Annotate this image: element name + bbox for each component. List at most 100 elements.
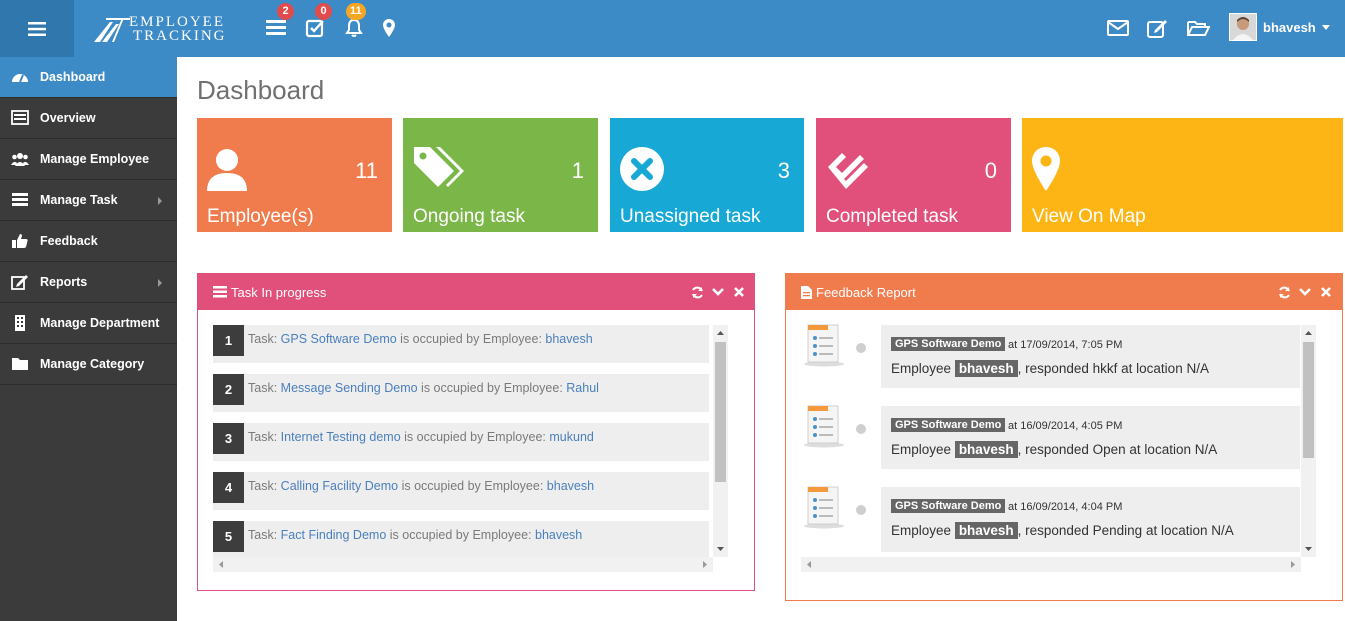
edit-icon [11, 275, 28, 290]
messages-button[interactable] [1106, 16, 1130, 40]
close-icon [1321, 287, 1331, 297]
notifications-button[interactable]: 11 [342, 3, 366, 40]
list-item: GPS Software Demo at 16/09/2014, 4:04 PM… [881, 487, 1300, 552]
panel-header: Feedback Report [786, 274, 1342, 310]
message-prefix: Employee [891, 442, 952, 457]
task-link[interactable]: Fact Finding Demo [281, 528, 387, 542]
collapse-button[interactable] [711, 285, 725, 299]
task-list-button[interactable]: 2 [264, 3, 294, 40]
close-button[interactable] [1319, 285, 1333, 299]
location-button[interactable] [377, 16, 401, 40]
table-row: 1 Task: GPS Software Demo is occupied by… [213, 325, 709, 363]
sidebar-item-label: Reports [40, 275, 88, 289]
task-link[interactable]: Message Sending Demo [281, 381, 418, 395]
user-name: bhavesh [1263, 19, 1316, 35]
alert-count-badge: 11 [346, 3, 366, 20]
user-menu[interactable]: bhavesh [1229, 13, 1330, 41]
brand-logo[interactable]: EMPLOYEE TRACKING [92, 12, 232, 46]
task-number: 5 [213, 521, 244, 552]
folder-open-button[interactable] [1186, 16, 1210, 40]
compose-button[interactable] [1145, 16, 1169, 40]
document-user-icon [804, 324, 844, 367]
response-text: , responded hkkf at location N/A [1017, 361, 1209, 376]
employee-link[interactable]: bhavesh [547, 479, 594, 493]
tile-label: Completed task [826, 206, 959, 227]
sidebar-item-dashboard[interactable]: Dashboard [0, 57, 177, 98]
task-prefix: Task: [248, 430, 278, 444]
tile-employees[interactable]: 11 Employee(s) [197, 118, 392, 232]
tile-view-on-map[interactable]: View On Map [1022, 118, 1343, 232]
feedback-report-panel: Feedback Report GPS Software Demo at 17/… [785, 273, 1343, 601]
panel-title: Feedback Report [816, 285, 916, 300]
timeline-dot [856, 505, 866, 515]
table-row: 5 Task: Fact Finding Demo is occupied by… [213, 521, 709, 559]
message-prefix: Employee [891, 361, 952, 376]
scrollbar-thumb[interactable] [1303, 342, 1314, 458]
table-row: 4 Task: Calling Facility Demo is occupie… [213, 472, 709, 510]
vertical-scrollbar[interactable] [713, 325, 728, 557]
refresh-button[interactable] [1277, 285, 1291, 299]
checklist-button[interactable]: 0 [303, 3, 332, 40]
tile-unassigned-task[interactable]: 3 Unassigned task [610, 118, 804, 232]
sidebar-item-manage-category[interactable]: Manage Category [0, 344, 177, 385]
task-link[interactable]: Calling Facility Demo [281, 479, 398, 493]
user-icon [207, 149, 247, 191]
task-prefix: Task: [248, 332, 278, 346]
check-count-badge: 0 [315, 3, 332, 20]
scrollbar-thumb[interactable] [715, 342, 726, 482]
pencil-square-icon [1146, 20, 1167, 38]
sidebar-item-feedback[interactable]: Feedback [0, 221, 177, 262]
task-count-badge: 2 [277, 3, 294, 20]
message-prefix: Employee [891, 523, 952, 538]
employee-link[interactable]: mukund [549, 430, 593, 444]
horizontal-scrollbar[interactable] [801, 557, 1301, 572]
chevron-down-icon [712, 287, 724, 296]
table-row: 3 Task: Internet Testing demo is occupie… [213, 423, 709, 461]
document-user-icon [804, 405, 844, 448]
tile-completed-task[interactable]: 0 Completed task [816, 118, 1011, 232]
task-description: Task: Fact Finding Demo is occupied by E… [248, 528, 582, 542]
sidebar-item-overview[interactable]: Overview [0, 98, 177, 139]
task-link[interactable]: Internet Testing demo [281, 430, 401, 444]
collapse-button[interactable] [1298, 285, 1312, 299]
sidebar-item-label: Dashboard [40, 70, 106, 84]
task-description: Task: GPS Software Demo is occupied by E… [248, 332, 593, 346]
employee-link[interactable]: Rahul [566, 381, 599, 395]
sidebar-item-manage-employee[interactable]: Manage Employee [0, 139, 177, 180]
sidebar-item-manage-task[interactable]: Manage Task [0, 180, 177, 221]
vertical-scrollbar[interactable] [1301, 325, 1316, 557]
horizontal-scrollbar[interactable] [213, 557, 713, 572]
sidebar-item-label: Manage Department [40, 316, 160, 330]
refresh-button[interactable] [690, 285, 704, 299]
feedback-message: Employee bhavesh, responded hkkf at loca… [891, 360, 1209, 377]
employee-link[interactable]: bhavesh [545, 332, 592, 346]
map-marker-icon [383, 19, 395, 37]
chevron-down-icon [1299, 287, 1311, 296]
task-middle: is occupied by Employee: [400, 332, 542, 346]
task-prefix: Task: [248, 528, 278, 542]
feedback-message: Employee bhavesh, responded Pending at l… [891, 522, 1234, 539]
tile-count: 0 [984, 158, 997, 183]
map-marker-icon [1032, 147, 1060, 191]
chevron-down-icon [1321, 24, 1330, 30]
logo-mark-icon [94, 18, 130, 42]
response-text: , responded Open at location N/A [1017, 442, 1218, 457]
employee-name: bhavesh [954, 522, 1018, 539]
close-button[interactable] [732, 285, 746, 299]
tile-ongoing-task[interactable]: 1 Ongoing task [403, 118, 598, 232]
panel-header: Task In progress [198, 274, 754, 310]
sidebar-item-manage-department[interactable]: Manage Department [0, 303, 177, 344]
page-title: Dashboard [197, 75, 325, 105]
check-boxes-icon [828, 153, 868, 189]
menu-toggle-button[interactable] [0, 0, 74, 57]
avatar [1229, 13, 1257, 41]
sidebar-item-label: Overview [40, 111, 96, 125]
sidebar-item-reports[interactable]: Reports [0, 262, 177, 303]
top-navbar: EMPLOYEE TRACKING 2 0 11 bhavesh [0, 0, 1345, 57]
overview-icon [11, 110, 29, 125]
employee-link[interactable]: bhavesh [535, 528, 582, 542]
tasks-icon [12, 193, 28, 206]
task-link[interactable]: GPS Software Demo [281, 332, 397, 346]
chevron-right-icon [158, 197, 162, 205]
task-number: 1 [213, 325, 244, 356]
